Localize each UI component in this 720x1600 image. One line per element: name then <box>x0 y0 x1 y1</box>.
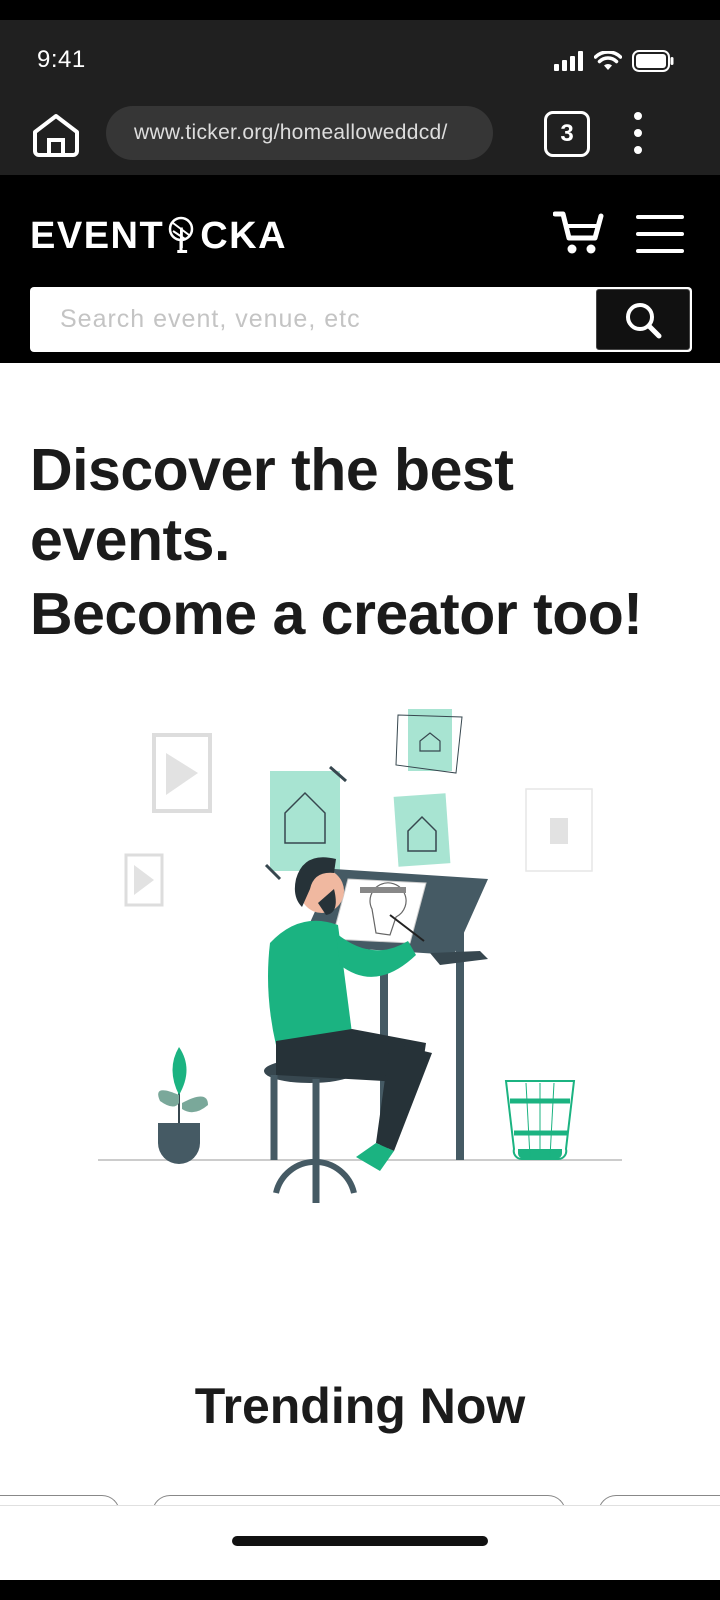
trending-card[interactable] <box>0 1495 120 1505</box>
main-content: Discover the best events. Become a creat… <box>0 363 720 1505</box>
cart-icon[interactable] <box>553 208 605 256</box>
more-options-icon[interactable] <box>624 112 652 154</box>
status-bar: 9:41 <box>0 20 720 90</box>
browser-toolbar: www.ticker.org/homealloweddcd/ 3 <box>0 90 720 175</box>
microphone-logo-icon <box>168 216 194 251</box>
site-header: EVENT I CKA <box>0 175 720 363</box>
cellular-signal-icon <box>554 51 583 71</box>
site-logo[interactable]: EVENT I CKA <box>30 215 287 258</box>
trending-card[interactable] <box>598 1495 720 1505</box>
home-indicator[interactable] <box>232 1536 488 1546</box>
search-icon <box>626 302 662 338</box>
trending-card[interactable] <box>152 1495 566 1505</box>
system-navigation-bar <box>0 1505 720 1580</box>
search-input[interactable] <box>30 287 596 352</box>
hamburger-menu-icon[interactable] <box>636 215 684 253</box>
address-bar[interactable]: www.ticker.org/homealloweddcd/ <box>106 106 493 160</box>
wifi-icon <box>594 51 622 70</box>
trending-now-heading: Trending Now <box>194 1378 526 1434</box>
status-time: 9:41 <box>37 46 86 73</box>
search-button[interactable] <box>596 289 690 350</box>
creator-drawing-illustration <box>98 709 622 1203</box>
search-bar <box>30 287 692 352</box>
battery-icon <box>632 50 674 72</box>
browser-home-icon <box>33 114 79 157</box>
status-icons <box>554 50 674 72</box>
browser-home-button[interactable] <box>28 108 84 162</box>
hero-title: Discover the best events. Become a creat… <box>30 437 643 647</box>
tab-switcher-button[interactable]: 3 <box>544 111 590 157</box>
